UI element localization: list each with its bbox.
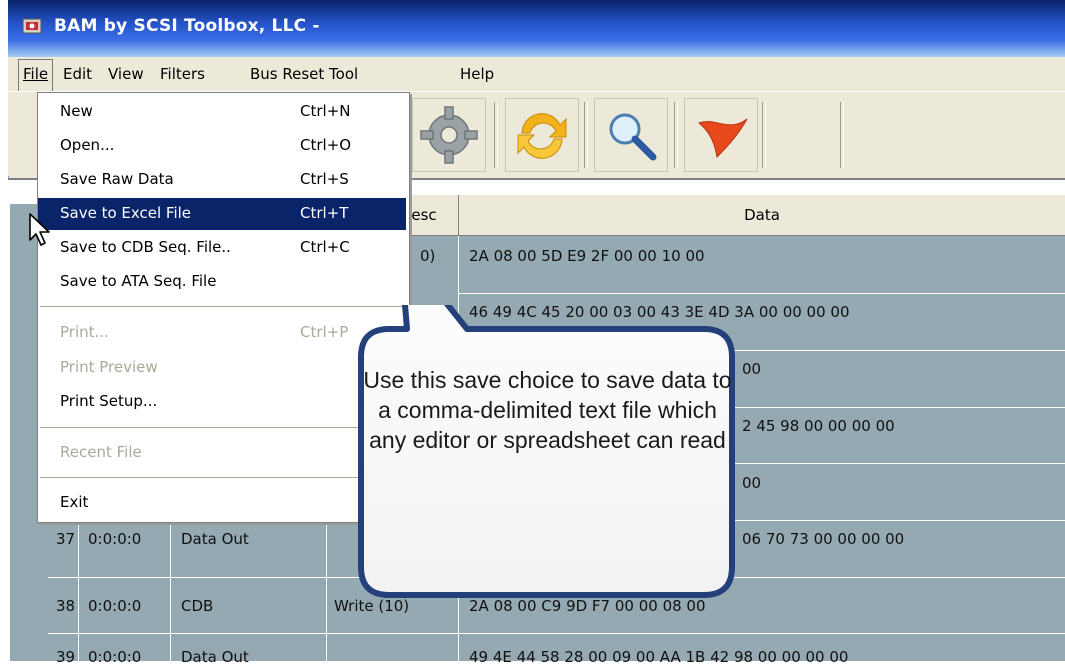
callout-bubble bbox=[358, 305, 735, 598]
table-cell-id: 0:0:0:0 bbox=[88, 648, 142, 666]
table-cell-id: 0:0:0:0 bbox=[88, 597, 142, 615]
table-cell-type: CDB bbox=[181, 597, 214, 615]
app-icon bbox=[22, 16, 42, 36]
shortcut-new: Ctrl+N bbox=[300, 102, 351, 120]
table-cell-data: 49 4E 44 58 28 00 09 00 AA 1B 42 98 00 0… bbox=[469, 648, 849, 666]
toolbar-separator bbox=[840, 102, 844, 168]
table-cell-data: 06 70 73 00 00 00 00 bbox=[742, 530, 905, 548]
column-divider bbox=[78, 520, 79, 661]
search-button[interactable] bbox=[594, 98, 668, 172]
menu-item-print[interactable]: Print... bbox=[60, 323, 109, 341]
flag-icon bbox=[698, 118, 748, 159]
menu-bus-reset-tool[interactable]: Bus Reset Tool bbox=[248, 65, 360, 83]
table-cell-data: 00 bbox=[742, 360, 762, 378]
table-cell-type: Data Out bbox=[181, 648, 249, 666]
table-cell-data: 2 45 98 00 00 00 00 bbox=[742, 417, 895, 435]
menu-filters[interactable]: Filters bbox=[158, 65, 207, 83]
menu-item-recent-file[interactable]: Recent File bbox=[60, 443, 142, 461]
menu-item-print-setup[interactable]: Print Setup... bbox=[60, 392, 157, 410]
table-cell-data: 00 bbox=[742, 474, 762, 492]
table-cell-num: 38 bbox=[56, 597, 76, 615]
toolbar-separator bbox=[494, 102, 498, 168]
shortcut-open: Ctrl+O bbox=[300, 136, 352, 154]
mouse-cursor-icon bbox=[29, 213, 50, 246]
flag-button[interactable] bbox=[684, 98, 758, 172]
menu-item-save-to-excel[interactable]: Save to Excel File bbox=[60, 204, 191, 222]
menu-file[interactable]: File bbox=[18, 59, 54, 93]
menu-item-new[interactable]: New bbox=[60, 102, 93, 120]
refresh-button[interactable] bbox=[505, 98, 579, 172]
menu-bar: File Edit View Filters Bus Reset Tool He… bbox=[8, 57, 1065, 93]
magnifier-icon bbox=[609, 113, 657, 161]
shortcut-save-to-excel: Ctrl+T bbox=[300, 204, 349, 222]
callout-text: Use this save choice to save data to a c… bbox=[363, 367, 732, 453]
gear-icon bbox=[420, 106, 478, 164]
refresh-icon bbox=[517, 113, 567, 159]
column-divider bbox=[326, 520, 327, 661]
table-cell-num: 39 bbox=[56, 648, 76, 666]
row-divider bbox=[48, 633, 1065, 634]
column-divider bbox=[170, 520, 171, 661]
menu-item-save-to-cdb-seq[interactable]: Save to CDB Seq. File.. bbox=[60, 238, 231, 256]
menu-help[interactable]: Help bbox=[458, 65, 496, 83]
shortcut-print: Ctrl+P bbox=[300, 323, 349, 341]
table-cell-desc: 0) bbox=[420, 247, 436, 265]
menu-item-save-raw-data[interactable]: Save Raw Data bbox=[60, 170, 174, 188]
toolbar-separator bbox=[762, 102, 766, 168]
menu-edit[interactable]: Edit bbox=[61, 65, 94, 83]
table-cell-data: 2A 08 00 5D E9 2F 00 00 10 00 bbox=[469, 247, 705, 265]
toolbar-separator bbox=[674, 102, 678, 168]
menu-item-open[interactable]: Open... bbox=[60, 136, 114, 154]
row-divider bbox=[458, 293, 1065, 294]
table-cell-id: 0:0:0:0 bbox=[88, 530, 142, 548]
column-header-data[interactable]: Data bbox=[459, 195, 1065, 236]
menu-view[interactable]: View bbox=[106, 65, 146, 83]
shortcut-save-to-cdb-seq: Ctrl+C bbox=[300, 238, 350, 256]
toolbar-separator bbox=[584, 102, 588, 168]
window-title: BAM by SCSI Toolbox, LLC - bbox=[54, 16, 320, 36]
menu-item-exit[interactable]: Exit bbox=[60, 493, 88, 511]
menu-item-print-preview[interactable]: Print Preview bbox=[60, 358, 158, 376]
table-cell-type: Data Out bbox=[181, 530, 249, 548]
shortcut-save-raw-data: Ctrl+S bbox=[300, 170, 349, 188]
gear-button[interactable] bbox=[412, 98, 486, 172]
table-cell-num: 37 bbox=[56, 530, 76, 548]
menu-item-save-to-ata-seq[interactable]: Save to ATA Seq. File bbox=[60, 272, 216, 290]
